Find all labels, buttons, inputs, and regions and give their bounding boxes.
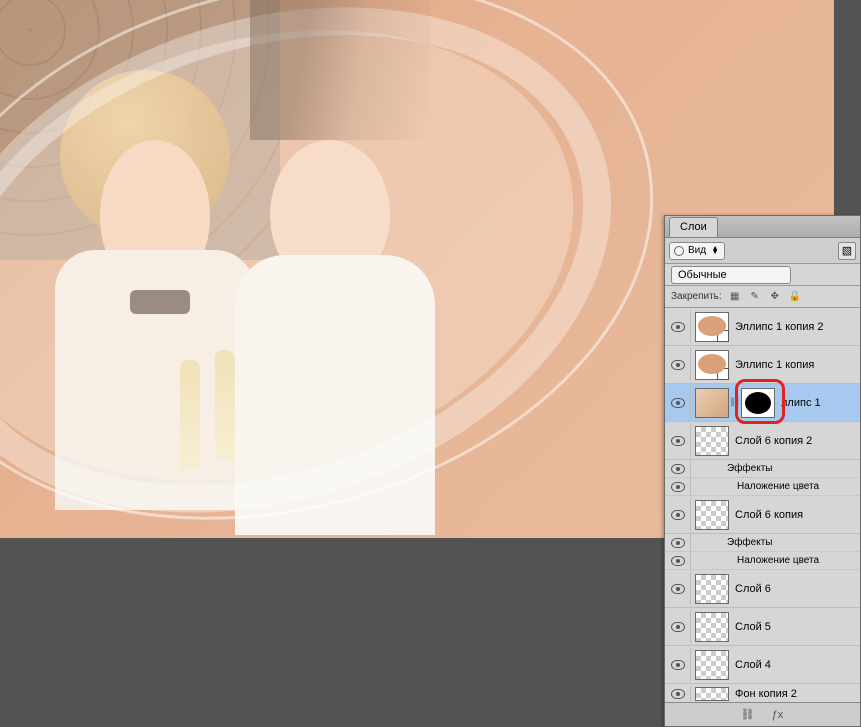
layer-row[interactable]: Слой 5 xyxy=(665,608,860,646)
filter-kind-icon xyxy=(674,246,684,256)
layer-thumbnail[interactable] xyxy=(695,350,729,380)
mask-link-icon[interactable]: ⛓ xyxy=(729,397,737,408)
layer-thumbnail[interactable] xyxy=(695,426,729,456)
filter-pixel-icon[interactable]: ▧ xyxy=(838,242,856,260)
lock-all-icon[interactable]: 🔒 xyxy=(788,290,802,304)
layer-name[interactable]: ллипс 1 xyxy=(781,397,821,409)
lock-label: Закрепить: xyxy=(671,291,722,302)
fx-item-label: Наложение цвета xyxy=(727,481,819,492)
add-fx-icon[interactable]: ƒx xyxy=(770,707,786,723)
layer-row[interactable]: Слой 6 копия xyxy=(665,496,860,534)
layer-thumbnail[interactable] xyxy=(695,612,729,642)
eye-icon xyxy=(671,584,685,594)
eye-icon xyxy=(671,482,685,492)
layer-name[interactable]: Слой 6 копия 2 xyxy=(735,435,812,447)
fx-item-row[interactable]: Наложение цвета xyxy=(665,478,860,496)
tab-layers[interactable]: Слои xyxy=(669,217,718,237)
fx-row[interactable]: Эффекты xyxy=(665,534,860,552)
eye-icon xyxy=(671,660,685,670)
layer-name[interactable]: Слой 4 xyxy=(735,659,771,671)
visibility-toggle[interactable] xyxy=(665,460,691,477)
fx-label: Эффекты xyxy=(727,463,772,474)
lock-transparent-icon[interactable]: ▦ xyxy=(728,290,742,304)
eye-icon xyxy=(671,538,685,548)
layer-name[interactable]: Эллипс 1 копия 2 xyxy=(735,321,824,333)
layer-thumbnail[interactable] xyxy=(695,388,729,418)
layer-thumbnail[interactable] xyxy=(695,500,729,530)
panel-tabbar: Слои xyxy=(665,216,860,238)
fx-row[interactable]: Эффекты xyxy=(665,460,860,478)
lock-position-icon[interactable]: ✥ xyxy=(768,290,782,304)
lock-bar: Закрепить: ▦ ✎ ✥ 🔒 xyxy=(665,286,860,308)
link-layers-icon[interactable]: ⛓ xyxy=(740,707,756,723)
layer-row-selected[interactable]: ⛓ ллипс 1 xyxy=(665,384,860,422)
eye-icon xyxy=(671,436,685,446)
blend-mode-select[interactable]: Обычные xyxy=(671,266,791,284)
visibility-toggle[interactable] xyxy=(665,478,691,495)
eye-icon xyxy=(671,556,685,566)
eye-icon xyxy=(671,689,685,699)
visibility-toggle[interactable] xyxy=(665,610,691,643)
layers-filter-bar: Вид ▲▼ ▧ xyxy=(665,238,860,264)
layer-name[interactable]: Слой 5 xyxy=(735,621,771,633)
visibility-toggle[interactable] xyxy=(665,424,691,457)
visibility-toggle[interactable] xyxy=(665,386,691,419)
layers-panel: Слои Вид ▲▼ ▧ Обычные Закрепить: ▦ ✎ ✥ 🔒… xyxy=(664,215,861,727)
eye-icon xyxy=(671,322,685,332)
layer-row[interactable]: Фон копия 2 xyxy=(665,684,860,702)
visibility-toggle[interactable] xyxy=(665,310,691,343)
visibility-toggle[interactable] xyxy=(665,534,691,551)
layer-thumbnail[interactable] xyxy=(695,574,729,604)
layer-row[interactable]: Слой 4 xyxy=(665,646,860,684)
filter-kind-label: Вид xyxy=(688,245,706,256)
visibility-toggle[interactable] xyxy=(665,572,691,605)
ellipse-shape xyxy=(0,0,714,538)
visibility-toggle[interactable] xyxy=(665,686,691,701)
filter-kind-select[interactable]: Вид ▲▼ xyxy=(669,242,725,260)
layer-row[interactable]: Эллипс 1 копия 2 xyxy=(665,308,860,346)
stepper-icon: ▲▼ xyxy=(710,247,720,255)
eye-icon xyxy=(671,398,685,408)
workspace: Слои Вид ▲▼ ▧ Обычные Закрепить: ▦ ✎ ✥ 🔒… xyxy=(0,0,861,727)
layers-list: Эллипс 1 копия 2 Эллипс 1 копия ⛓ ллипс … xyxy=(665,308,860,702)
visibility-toggle[interactable] xyxy=(665,348,691,381)
layers-panel-footer: ⛓ ƒx xyxy=(665,702,860,726)
visibility-toggle[interactable] xyxy=(665,648,691,681)
fx-label: Эффекты xyxy=(727,537,772,548)
layer-name[interactable]: Эллипс 1 копия xyxy=(735,359,814,371)
layer-row[interactable]: Слой 6 копия 2 xyxy=(665,422,860,460)
layer-thumbnail[interactable] xyxy=(695,650,729,680)
eye-icon xyxy=(671,622,685,632)
layer-row[interactable]: Эллипс 1 копия xyxy=(665,346,860,384)
eye-icon xyxy=(671,360,685,370)
layer-name[interactable]: Слой 6 xyxy=(735,583,771,595)
blend-mode-bar: Обычные xyxy=(665,264,860,286)
fx-item-row[interactable]: Наложение цвета xyxy=(665,552,860,570)
visibility-toggle[interactable] xyxy=(665,552,691,569)
eye-icon xyxy=(671,510,685,520)
layer-thumbnail[interactable] xyxy=(695,312,729,342)
eye-icon xyxy=(671,464,685,474)
layer-name[interactable]: Фон копия 2 xyxy=(735,688,797,700)
layer-mask-thumbnail[interactable] xyxy=(741,388,775,418)
lock-paint-icon[interactable]: ✎ xyxy=(748,290,762,304)
layer-row[interactable]: Слой 6 xyxy=(665,570,860,608)
fx-item-label: Наложение цвета xyxy=(727,555,819,566)
layer-name[interactable]: Слой 6 копия xyxy=(735,509,803,521)
layer-thumbnail[interactable] xyxy=(695,687,729,701)
visibility-toggle[interactable] xyxy=(665,498,691,531)
